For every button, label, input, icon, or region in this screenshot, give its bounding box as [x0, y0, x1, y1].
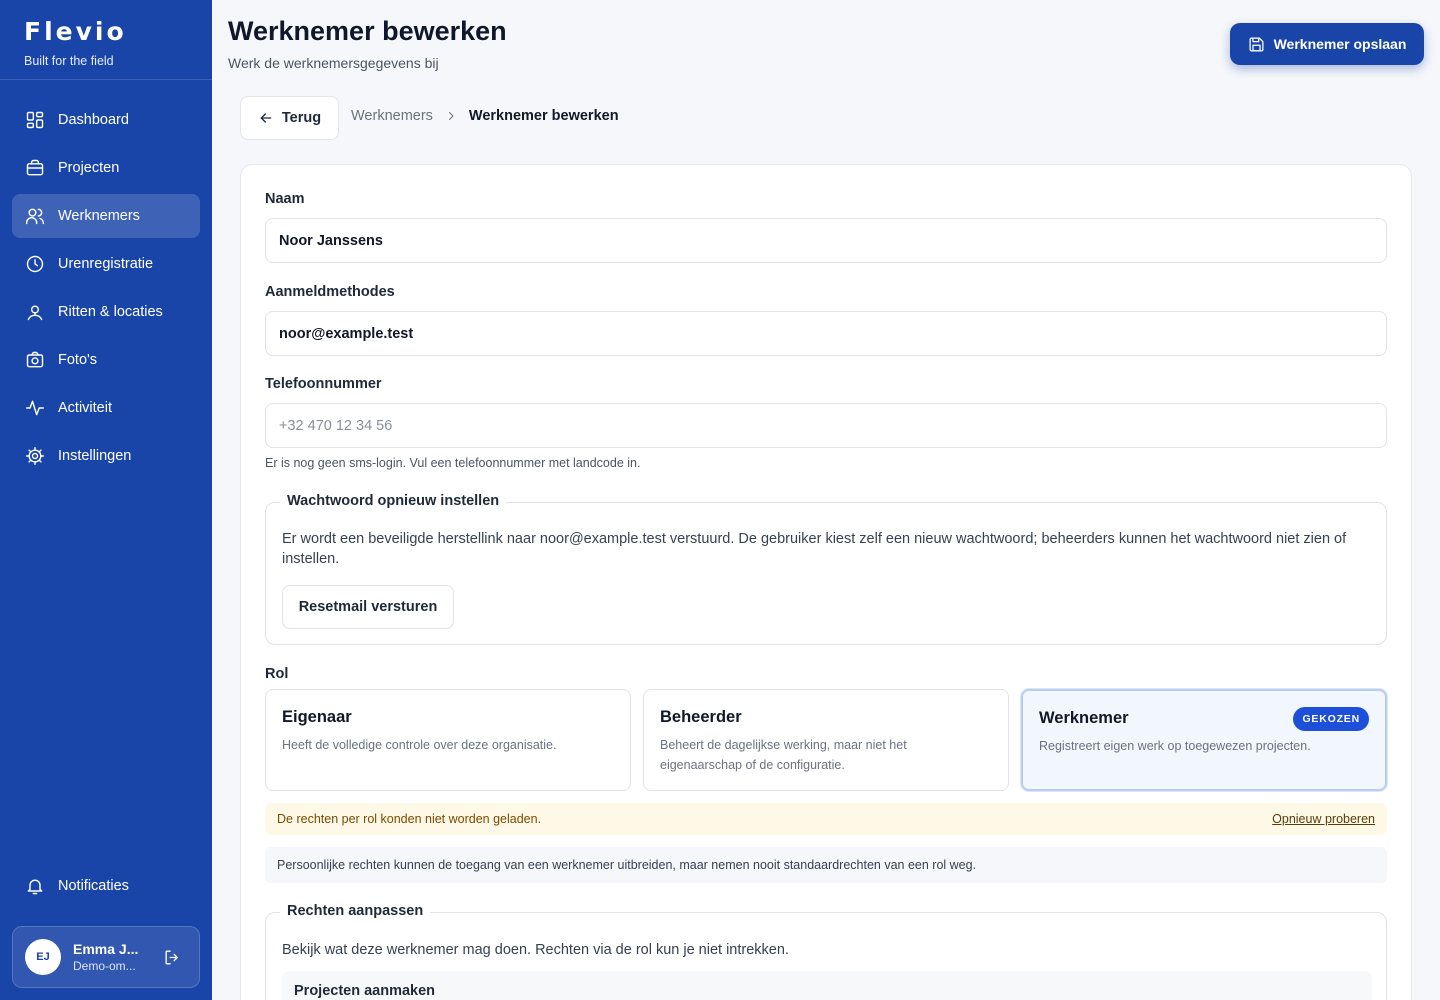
activity-icon: [25, 398, 45, 418]
nav-item-projecten[interactable]: Projecten: [12, 146, 200, 190]
nav-item-label: Werknemers: [58, 208, 140, 224]
nav-item-activiteit[interactable]: Activiteit: [12, 386, 200, 430]
main-nav: Dashboard Projecten Werknemers Urenregis…: [12, 98, 200, 482]
gear-icon: [25, 446, 45, 466]
user-organization: Demo-om...: [73, 959, 136, 973]
permissions-info: Persoonlijke rechten kunnen de toegang v…: [265, 847, 1387, 883]
map-pin-icon: [25, 302, 45, 322]
sidebar: Flevio Built for the field Dashboard Pro…: [0, 0, 212, 1000]
user-name: Emma J...: [73, 941, 139, 957]
brand: Flevio Built for the field: [0, 0, 212, 80]
arrow-left-icon: [260, 113, 272, 123]
password-reset-text: Er wordt een beveiligde herstellink naar…: [282, 531, 1347, 567]
logout-icon[interactable]: [161, 946, 183, 968]
password-reset-legend: Wachtwoord opnieuw instellen: [280, 493, 507, 509]
nav-item-urenregistratie[interactable]: Urenregistratie: [12, 242, 200, 286]
nav-item-fotos[interactable]: Foto's: [12, 338, 200, 382]
nav-item-label: Urenregistratie: [58, 256, 154, 272]
role-option-werknemer[interactable]: Werknemer Registreert eigen werk op toeg…: [1021, 689, 1387, 791]
nav-item-ritten-locaties[interactable]: Ritten & locaties: [12, 290, 200, 334]
page-subtitle: Werk de werknemersgegevens bij: [228, 55, 439, 71]
role-description: Registreert eigen werk op toegewezen pro…: [1039, 739, 1311, 753]
permissions-legend: Rechten aanpassen: [280, 903, 431, 919]
role-option-eigenaar[interactable]: Eigenaar Heeft de volledige controle ove…: [265, 689, 631, 791]
role-description: Heeft de volledige controle over deze or…: [282, 738, 557, 752]
role-description: Beheert de dagelijkse werking, maar niet…: [660, 738, 907, 772]
login-methods-label: Aanmeldmethodes: [265, 284, 395, 300]
dashboard-icon: [25, 110, 45, 130]
nav-item-label: Notificaties: [58, 878, 129, 894]
send-reset-mail-button[interactable]: Resetmail versturen: [282, 585, 454, 629]
page-title: Werknemer bewerken: [228, 16, 507, 46]
chevron-right-icon: [445, 110, 457, 122]
warning-text: De rechten per rol konden niet worden ge…: [277, 812, 542, 826]
save-label: Werknemer opslaan: [1273, 36, 1407, 52]
nav-item-notificaties[interactable]: Notificaties: [12, 864, 200, 908]
clock-icon: [25, 254, 45, 274]
nav-item-label: Dashboard: [58, 112, 129, 128]
nav-item-label: Activiteit: [58, 400, 112, 416]
nav-item-label: Foto's: [58, 352, 98, 368]
back-button[interactable]: Terug: [240, 96, 339, 140]
brand-logo[interactable]: Flevio: [24, 18, 188, 46]
phone-hint: Er is nog geen sms-login. Vul een telefo…: [265, 456, 641, 470]
employee-form-card: Naam Noor Janssens Aanmeldmethodes noor@…: [240, 164, 1412, 1000]
retry-link[interactable]: Opnieuw proberen: [1272, 812, 1375, 826]
selected-badge: GEKOZEN: [1293, 707, 1369, 731]
password-reset-section: Wachtwoord opnieuw instellen Er wordt ee…: [265, 493, 1387, 645]
phone-input[interactable]: +32 470 12 34 56: [265, 403, 1387, 448]
permissions-warning: De rechten per rol konden niet worden ge…: [265, 803, 1387, 835]
user-info: Emma J... Demo-om...: [73, 941, 147, 973]
nav-item-label: Ritten & locaties: [58, 304, 163, 320]
role-option-beheerder[interactable]: Beheerder Beheert de dagelijkse werking,…: [643, 689, 1009, 791]
nav-item-label: Projecten: [58, 160, 120, 176]
nav-item-label: Instellingen: [58, 448, 132, 464]
role-title: Eigenaar: [282, 708, 352, 726]
users-icon: [25, 206, 45, 226]
save-icon: [1249, 36, 1264, 52]
notifications-section: Notificaties: [12, 864, 200, 912]
nav-item-instellingen[interactable]: Instellingen: [12, 434, 200, 478]
name-label: Naam: [265, 191, 305, 207]
role-label: Rol: [265, 666, 289, 682]
name-input[interactable]: Noor Janssens: [265, 218, 1387, 263]
permissions-section: Rechten aanpassen Bekijk wat deze werkne…: [265, 903, 1387, 1000]
permissions-text: Bekijk wat deze werknemer mag doen. Rech…: [282, 942, 789, 958]
permission-row: Projecten aanmaken: [282, 971, 1372, 1000]
avatar: EJ: [25, 939, 61, 975]
user-card[interactable]: EJ Emma J... Demo-om...: [12, 926, 200, 988]
phone-label: Telefoonnummer: [265, 376, 382, 392]
breadcrumb-current: Werknemer bewerken: [468, 108, 619, 124]
brand-tagline: Built for the field: [24, 54, 114, 68]
back-label: Terug: [281, 110, 322, 126]
nav-item-dashboard[interactable]: Dashboard: [12, 98, 200, 142]
save-employee-button[interactable]: Werknemer opslaan: [1230, 23, 1424, 65]
login-email-input[interactable]: noor@example.test: [265, 311, 1387, 356]
camera-icon: [25, 350, 45, 370]
briefcase-icon: [25, 158, 45, 178]
breadcrumb-werknemers[interactable]: Werknemers: [351, 108, 433, 124]
bell-icon: [25, 876, 45, 896]
role-title: Beheerder: [660, 708, 742, 726]
nav-item-werknemers[interactable]: Werknemers: [12, 194, 200, 238]
breadcrumb: Werknemers Werknemer bewerken: [351, 108, 619, 124]
